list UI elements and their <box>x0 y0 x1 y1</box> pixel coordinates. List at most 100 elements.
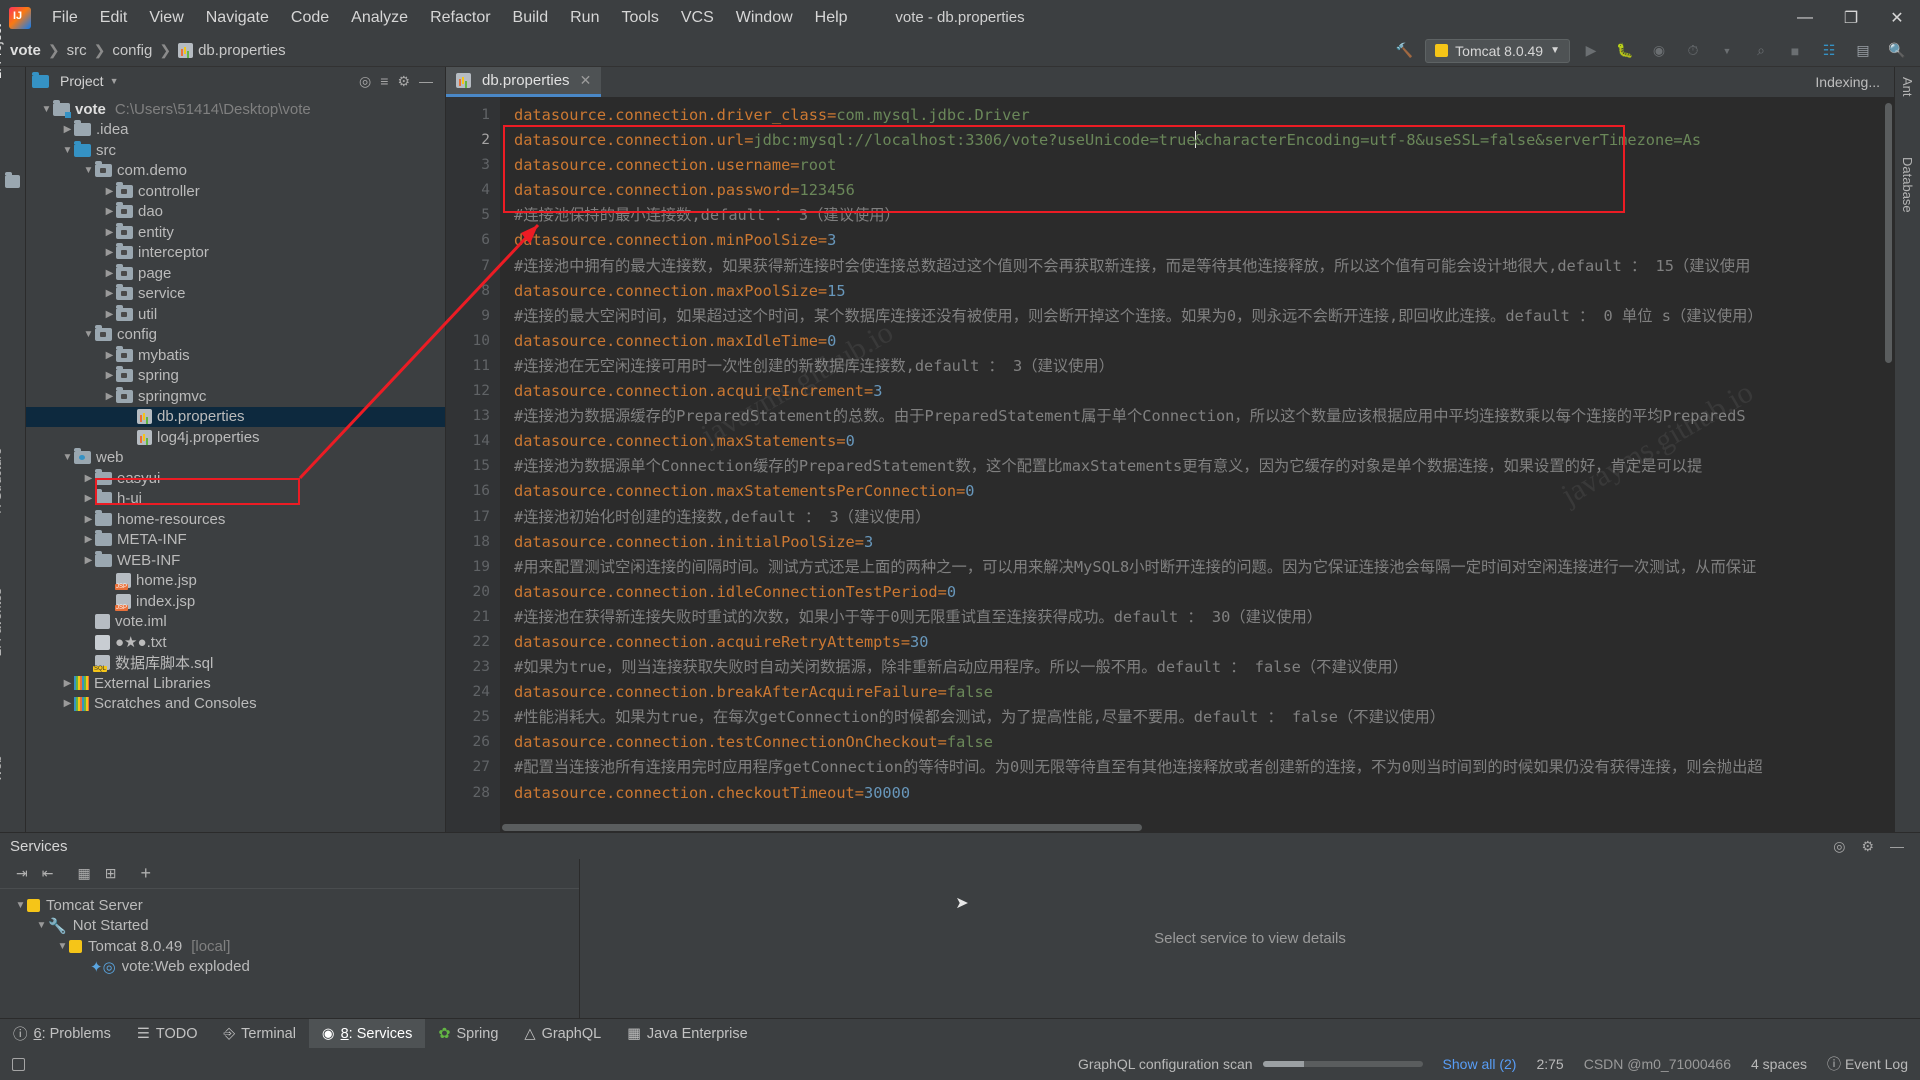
chevron-right-icon[interactable]: ▶ <box>82 514 95 525</box>
project-tree-item-node[interactable]: home.jsp <box>26 571 445 592</box>
chevron-right-icon[interactable]: ▶ <box>103 309 116 320</box>
project-tree-item-node[interactable]: ▶ controller <box>26 181 445 202</box>
project-tree-item-node[interactable]: ▼ src <box>26 140 445 161</box>
chevron-right-icon[interactable]: ▶ <box>103 206 116 217</box>
services-tree-item-node[interactable]: ✦◎ vote:Web exploded <box>0 957 579 978</box>
chevron-right-icon[interactable]: ▶ <box>103 370 116 381</box>
project-tree-item-node[interactable]: ▶ entity <box>26 222 445 243</box>
chevron-right-icon[interactable]: ▶ <box>103 268 116 279</box>
services-tree-item-node[interactable]: ▼ Tomcat Server <box>0 895 579 916</box>
editor-horizontal-scrollbar[interactable] <box>502 824 1142 831</box>
strip-tab-web[interactable]: Web <box>0 755 4 782</box>
project-tree-item-node[interactable]: ●★●.txt <box>26 632 445 653</box>
strip-tab-favorites[interactable]: 2: Favorites <box>0 588 4 656</box>
project-tree-item-node[interactable]: ▶ home-resources <box>26 509 445 530</box>
menu-analyze[interactable]: Analyze <box>340 5 419 31</box>
code-line[interactable]: #连接池在获得新连接失败时重试的次数，如果小于等于0则无限重试直至连接获得成功。… <box>500 605 1894 630</box>
bottom-tab-problems[interactable]: ⓘ 6: Problems <box>0 1019 124 1048</box>
code-line[interactable]: datasource.connection.acquireRetryAttemp… <box>500 630 1894 655</box>
line-number-gutter[interactable]: 1 2 3 4 5 6 7 8 9 10 11 12 13 14 15 16 17 18 19 20 21 22 23 24 2… <box>446 97 500 832</box>
locate-icon[interactable]: ◎ <box>359 73 371 90</box>
hide-icon[interactable]: — <box>1890 838 1904 855</box>
search-everywhere-icon[interactable]: 🔍 <box>1884 39 1910 63</box>
stop-icon[interactable]: ■ <box>1782 39 1808 63</box>
menu-view[interactable]: View <box>138 5 194 31</box>
minimize-button[interactable]: — <box>1782 0 1828 35</box>
code-line[interactable]: datasource.connection.testConnectionOnCh… <box>500 730 1894 755</box>
chevron-down-icon[interactable]: ▼ <box>61 452 74 463</box>
bottom-tab-graphql[interactable]: △ GraphQL <box>511 1019 614 1048</box>
group-icon[interactable]: ▦ <box>77 865 90 882</box>
menu-refactor[interactable]: Refactor <box>419 5 501 31</box>
chevron-right-icon[interactable]: ▶ <box>103 227 116 238</box>
project-tree-item-node[interactable]: ▶ mybatis <box>26 345 445 366</box>
coverage-icon[interactable]: ◉ <box>1646 39 1672 63</box>
chevron-down-icon[interactable]: ▼ <box>82 165 95 176</box>
project-tree-item-node[interactable]: ▼ config <box>26 325 445 346</box>
code-line[interactable]: #连接池中拥有的最大连接数，如果获得新连接时会使连接总数超过这个值则不会再获取新… <box>500 254 1894 279</box>
strip-tab-structure[interactable]: 7: Structure <box>0 448 4 515</box>
code-line[interactable]: datasource.connection.password=123456 <box>500 178 1894 203</box>
chevron-right-icon[interactable]: ▶ <box>82 555 95 566</box>
chevron-down-icon[interactable]: ▼ <box>56 941 69 952</box>
code-line[interactable]: datasource.connection.url=jdbc:mysql://l… <box>500 128 1894 153</box>
chevron-down-icon[interactable]: ▼ <box>40 104 53 115</box>
chevron-down-icon[interactable]: ▼ <box>82 329 95 340</box>
chevron-right-icon[interactable]: ▶ <box>61 678 74 689</box>
menu-code[interactable]: Code <box>280 5 340 31</box>
code-line[interactable]: datasource.connection.breakAfterAcquireF… <box>500 680 1894 705</box>
code-line[interactable]: datasource.connection.initialPoolSize=3 <box>500 530 1894 555</box>
add-icon[interactable]: + <box>140 863 151 884</box>
debug-icon[interactable]: 🐛 <box>1612 39 1638 63</box>
code-line[interactable]: datasource.connection.maxStatements=0 <box>500 429 1894 454</box>
chevron-right-icon[interactable]: ▶ <box>103 247 116 258</box>
collapse-all-icon[interactable]: ≡ <box>380 73 388 89</box>
bottom-tab-services[interactable]: ◉ 8: Services <box>308 1019 426 1048</box>
code-line[interactable]: #用来配置测试空闲连接的间隔时间。测试方式还是上面的两种之一，可以用来解决MyS… <box>500 555 1894 580</box>
code-line[interactable]: datasource.connection.driver_class=com.m… <box>500 103 1894 128</box>
code-line[interactable]: datasource.connection.checkoutTimeout=30… <box>500 781 1894 806</box>
chevron-right-icon[interactable]: ▶ <box>103 186 116 197</box>
run-icon[interactable]: ▶ <box>1578 39 1604 63</box>
breadcrumb-db-properties[interactable]: db.properties <box>198 42 286 59</box>
toggle-toolwindows-icon[interactable] <box>12 1057 25 1071</box>
services-tree-item-node[interactable]: ▼ 🔧 Not Started <box>0 916 579 937</box>
breadcrumb-src[interactable]: src <box>67 42 87 59</box>
updates-icon[interactable]: ☷ <box>1816 39 1842 63</box>
expand-all-icon[interactable]: ⇥ <box>16 865 28 882</box>
project-tree-item-node[interactable]: db.properties <box>26 406 445 427</box>
maximize-button[interactable]: ❐ <box>1828 0 1874 35</box>
indent-setting[interactable]: 4 spaces <box>1751 1056 1807 1072</box>
code-line[interactable]: #连接池初始化时创建的连接数,default ： 3（建议使用） <box>500 505 1894 530</box>
attach-icon[interactable]: ⌕ <box>1748 39 1774 63</box>
close-icon[interactable]: ✕ <box>580 72 592 89</box>
settings-icon[interactable]: ⚙ <box>397 73 410 90</box>
project-tree-item-node[interactable]: ▶ Scratches and Consoles <box>26 694 445 715</box>
strip-tab-project[interactable]: 1: Project <box>0 24 4 79</box>
close-button[interactable]: ✕ <box>1874 0 1920 35</box>
breadcrumb-config[interactable]: config <box>112 42 152 59</box>
caret-position[interactable]: 2:75 <box>1536 1056 1563 1072</box>
project-tree-item-node[interactable]: ▶ .idea <box>26 120 445 141</box>
project-tree-item-node[interactable]: index.jsp <box>26 591 445 612</box>
project-tree-item-node[interactable]: ▶ h-ui <box>26 489 445 510</box>
strip-tab-database[interactable]: Database <box>1900 157 1915 213</box>
strip-tab-ant[interactable]: Ant <box>1900 77 1915 97</box>
project-tree-item-node[interactable]: ▶ easyui <box>26 468 445 489</box>
project-tree-item-node[interactable]: ▼ web <box>26 448 445 469</box>
menu-vcs[interactable]: VCS <box>670 5 725 31</box>
chevron-down-icon[interactable]: ▼ <box>110 76 119 86</box>
editor-tab-db-properties[interactable]: db.properties ✕ <box>446 67 602 97</box>
chevron-down-icon[interactable]: ▼ <box>14 900 27 911</box>
code-line[interactable]: datasource.connection.idleConnectionTest… <box>500 580 1894 605</box>
settings-icon[interactable]: ⚙ <box>1861 838 1874 855</box>
bottom-tab-spring[interactable]: ✿ Spring <box>425 1019 511 1048</box>
menu-build[interactable]: Build <box>502 5 560 31</box>
chevron-right-icon[interactable]: ▶ <box>82 473 95 484</box>
project-tree-item-node[interactable]: ▶ interceptor <box>26 243 445 264</box>
code-area[interactable]: javayms.github.io javayms.github.io data… <box>500 97 1894 832</box>
project-tree-item-node[interactable]: ▼ com.demo <box>26 161 445 182</box>
project-tree-item-node[interactable]: ▼ vote C:\Users\51414\Desktop\vote <box>26 99 445 120</box>
project-tree-item-node[interactable]: ▶ util <box>26 304 445 325</box>
layout-icon[interactable]: ▤ <box>1850 39 1876 63</box>
